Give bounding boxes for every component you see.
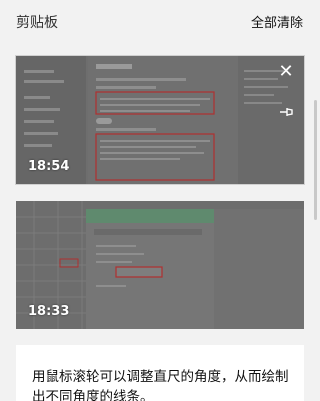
clipboard-item-text[interactable]: 用鼠标滚轮可以调整直尺的角度，从而绘制出不同角度的线条。: [16, 345, 304, 401]
clipboard-item-screenshot[interactable]: 18:54 ✕: [16, 56, 304, 184]
clipboard-text-content: 用鼠标滚轮可以调整直尺的角度，从而绘制出不同角度的线条。: [32, 369, 289, 401]
item-timestamp: 18:33: [28, 304, 70, 319]
clipboard-title: 剪贴板: [16, 15, 58, 31]
close-icon[interactable]: ✕: [276, 62, 296, 82]
pin-icon[interactable]: [276, 102, 296, 122]
item-timestamp: 18:54: [28, 159, 70, 174]
scrollbar[interactable]: [314, 100, 317, 220]
clipboard-item-screenshot[interactable]: 18:33: [16, 201, 304, 329]
clipboard-history-list: 18:54 ✕ 18:33 用鼠标滚轮可以调整直尺的角度，从而绘制出不同角度的线…: [0, 48, 319, 401]
clear-all-button[interactable]: 全部清除: [251, 12, 303, 31]
clipboard-header: 剪贴板 全部清除: [0, 0, 319, 44]
